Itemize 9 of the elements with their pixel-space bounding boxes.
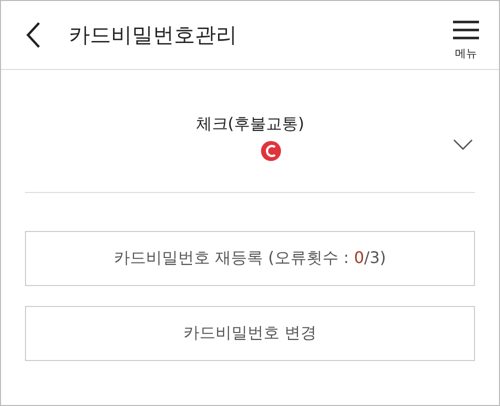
- change-password-button[interactable]: 카드비밀번호 변경: [25, 306, 475, 361]
- re-register-button[interactable]: 카드비밀번호 재등록 (오류횟수 : 0/3): [25, 231, 475, 286]
- card-logo-icon: [261, 141, 281, 161]
- page-title: 카드비밀번호관리: [69, 22, 238, 49]
- chevron-down-icon: [453, 139, 473, 151]
- menu-icon: [453, 20, 479, 40]
- card-dropdown[interactable]: 체크(후불교통): [25, 70, 475, 193]
- back-button[interactable]: [25, 21, 41, 49]
- menu-button[interactable]: 메뉴: [453, 20, 479, 60]
